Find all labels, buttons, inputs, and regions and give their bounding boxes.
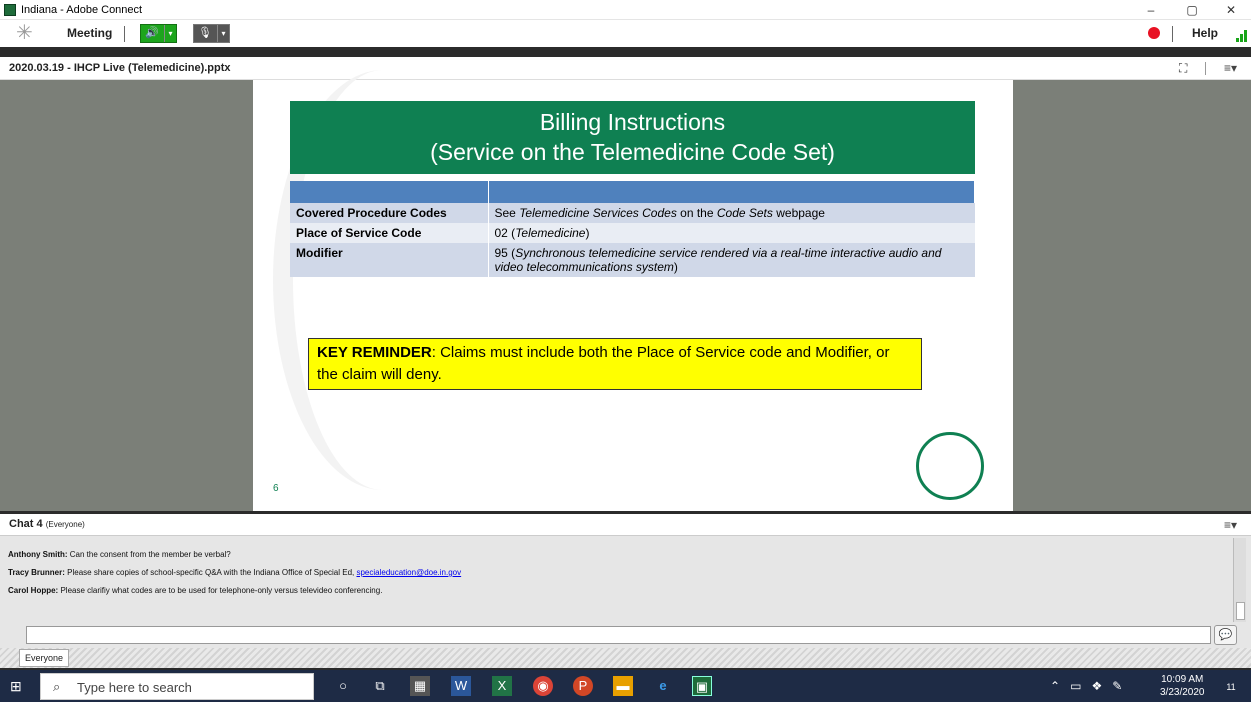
speech-bubble-icon: 💬 bbox=[1218, 629, 1233, 641]
fullscreen-icon[interactable]: ⛶ bbox=[1179, 61, 1187, 76]
clock-date: 3/23/2020 bbox=[1160, 687, 1205, 698]
chat-pod-header: Chat 4 (Everyone) ≡▾ bbox=[0, 514, 1251, 536]
presentation-slide: Billing Instructions (Service on the Tel… bbox=[253, 70, 1013, 511]
share-pod-title: 2020.03.19 - IHCP Live (Telemedicine).pp… bbox=[9, 62, 231, 74]
close-button[interactable]: ✕ bbox=[1211, 0, 1251, 20]
chat-scrollbar[interactable] bbox=[1233, 538, 1246, 622]
speaker-button[interactable]: 🔊 ▾ bbox=[140, 24, 177, 43]
search-icon: ⌕ bbox=[53, 679, 61, 694]
notification-center-icon[interactable]: 11 bbox=[1222, 677, 1240, 695]
show-hidden-icons-icon[interactable]: ⌃ bbox=[1050, 679, 1060, 693]
adobe-connect-taskbar-icon[interactable]: ▣ bbox=[692, 676, 712, 696]
row-label: Modifier bbox=[290, 243, 489, 277]
key-reminder-box: KEY REMINDER: Claims must include both t… bbox=[308, 338, 922, 390]
chat-message: Carol Hoppe: Please clarifiy what codes … bbox=[8, 586, 383, 595]
chat-message-list: Anthony Smith: Can the consent from the … bbox=[8, 550, 1228, 604]
chat-menu-icon[interactable]: ≡▾ bbox=[1224, 518, 1237, 532]
word-icon[interactable]: W bbox=[451, 676, 471, 696]
task-view-icon[interactable]: ⧉ bbox=[370, 676, 390, 696]
fssa-seal-logo bbox=[916, 432, 984, 500]
share-pod-header: 2020.03.19 - IHCP Live (Telemedicine).pp… bbox=[0, 57, 1251, 80]
email-link[interactable]: specialeducation@doe.in.gov bbox=[356, 568, 461, 577]
row-label: Place of Service Code bbox=[290, 223, 489, 243]
recording-icon[interactable] bbox=[1148, 27, 1160, 39]
row-label: Covered Procedure Codes bbox=[290, 203, 489, 223]
slide-title-banner: Billing Instructions (Service on the Tel… bbox=[290, 101, 975, 174]
row-value: 95 (Synchronous telemedicine service ren… bbox=[488, 243, 975, 277]
search-placeholder: Type here to search bbox=[77, 680, 192, 695]
pen-icon[interactable]: ✎ bbox=[1112, 679, 1122, 693]
internet-explorer-icon[interactable]: e bbox=[653, 676, 673, 696]
speaker-icon: 🔊 bbox=[145, 27, 159, 39]
chat-tab-strip bbox=[0, 648, 1251, 668]
chat-scope: (Everyone) bbox=[45, 520, 85, 529]
pod-menu-icon[interactable]: ≡▾ bbox=[1224, 61, 1237, 75]
cortana-icon[interactable]: ○ bbox=[333, 676, 353, 696]
calculator-icon[interactable]: ▦ bbox=[410, 676, 430, 696]
table-header-row bbox=[290, 181, 975, 203]
maximize-button[interactable]: ▢ bbox=[1172, 0, 1212, 20]
menu-bar: ✳ Meeting 🔊 ▾ 🎙 ▾ Help bbox=[0, 20, 1251, 47]
connection-signal-icon bbox=[1236, 26, 1250, 42]
microphone-icon: 🎙 bbox=[198, 27, 212, 39]
adobe-connect-logo-icon: ✳ bbox=[16, 22, 33, 44]
window-title: Indiana - Adobe Connect bbox=[21, 4, 143, 16]
table-row: Modifier 95 (Synchronous telemedicine se… bbox=[290, 243, 975, 277]
dropbox-icon[interactable]: ❖ bbox=[1091, 679, 1102, 693]
system-tray: ⌃ ▭ ❖ ✎ bbox=[1050, 679, 1122, 693]
title-bar: Indiana - Adobe Connect – ▢ ✕ bbox=[0, 0, 1251, 20]
notification-count: 11 bbox=[1226, 682, 1236, 692]
slide-number: 6 bbox=[273, 483, 279, 494]
file-explorer-icon[interactable]: ▬ bbox=[613, 676, 633, 696]
slide-title-line1: Billing Instructions bbox=[539, 109, 726, 135]
chevron-down-icon[interactable]: ▾ bbox=[164, 25, 176, 42]
header-divider bbox=[1205, 62, 1206, 75]
adobe-connect-window: Indiana - Adobe Connect – ▢ ✕ ✳ Meeting … bbox=[0, 0, 1251, 702]
minimize-button[interactable]: – bbox=[1131, 0, 1171, 20]
microphone-button[interactable]: 🎙 ▾ bbox=[193, 24, 230, 43]
table-header-cell bbox=[488, 181, 975, 203]
table-header-cell bbox=[290, 181, 489, 203]
table-row: Covered Procedure Codes See Telemedicine… bbox=[290, 203, 975, 223]
row-value: See Telemedicine Services Codes on the C… bbox=[488, 203, 975, 223]
chat-message: Anthony Smith: Can the consent from the … bbox=[8, 550, 231, 559]
adobe-connect-app-icon bbox=[4, 4, 16, 16]
windows-start-icon[interactable]: ⊞ bbox=[10, 677, 28, 695]
meeting-menu[interactable]: Meeting bbox=[67, 26, 112, 40]
send-message-button[interactable]: 💬 bbox=[1214, 625, 1237, 645]
taskbar-clock[interactable]: 10:09 AM 3/23/2020 bbox=[1160, 673, 1205, 699]
chat-title: Chat 4 (Everyone) bbox=[9, 518, 85, 530]
table-row: Place of Service Code 02 (Telemedicine) bbox=[290, 223, 975, 243]
help-menu[interactable]: Help bbox=[1192, 26, 1218, 40]
chrome-icon[interactable]: ◉ bbox=[533, 676, 553, 696]
row-value: 02 (Telemedicine) bbox=[488, 223, 975, 243]
slide-title-line2: (Service on the Telemedicine Code Set) bbox=[430, 139, 835, 165]
scrollbar-thumb[interactable] bbox=[1236, 602, 1245, 620]
powerpoint-icon[interactable]: P bbox=[573, 676, 593, 696]
chat-input[interactable] bbox=[26, 626, 1211, 644]
billing-table: Covered Procedure Codes See Telemedicine… bbox=[290, 181, 975, 277]
chevron-down-icon[interactable]: ▾ bbox=[217, 25, 229, 42]
excel-icon[interactable]: X bbox=[492, 676, 512, 696]
menu-divider bbox=[1172, 26, 1173, 42]
clock-time: 10:09 AM bbox=[1161, 674, 1204, 685]
chat-message: Tracy Brunner: Please share copies of sc… bbox=[8, 568, 462, 577]
tab-everyone[interactable]: Everyone bbox=[19, 649, 69, 667]
taskbar-search-box[interactable]: ⌕ Type here to search bbox=[40, 673, 314, 700]
menu-divider bbox=[124, 26, 125, 42]
key-reminder-label: KEY REMINDER bbox=[317, 344, 432, 361]
network-icon[interactable]: ▭ bbox=[1070, 679, 1081, 693]
